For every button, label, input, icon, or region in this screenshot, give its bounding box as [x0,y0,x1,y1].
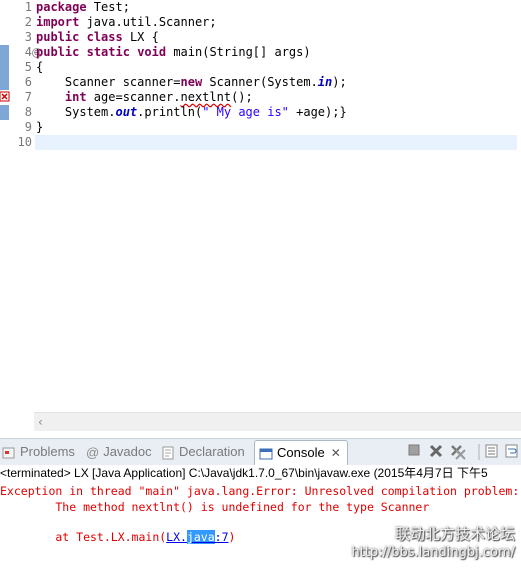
stack-trace-text: at Test.LX.main( [0,530,167,544]
code-text: (); [231,90,253,104]
line-number: 2 [24,15,32,29]
line-number: 3 [24,30,32,44]
keyword: new [180,75,203,89]
line-number: 5 [24,60,32,74]
console-output[interactable]: <terminated> LX [Java Application] C:\Ja… [0,465,521,575]
code-text: Test; [86,0,130,14]
problems-icon [2,447,15,459]
editor-ruler [0,0,10,412]
change-marker [0,45,9,90]
code-line[interactable]: } [36,120,517,135]
console-error-line: Exception in thread "main" java.lang.Err… [0,484,520,498]
code-text: } [36,120,44,134]
code-line[interactable]: Scanner scanner=new Scanner(System.in); [36,75,517,90]
keyword: package [36,0,87,14]
line-number: 9 [24,120,32,134]
code-text: java.util.Scanner; [79,15,217,29]
code-text: Scanner scanner= [36,75,181,89]
code-line-current[interactable] [35,135,517,150]
change-marker [0,105,9,120]
line-number: 10 [17,135,32,149]
keyword: int [36,90,87,104]
code-line-error[interactable]: int age=scanner.nextlnt(); [36,90,517,105]
keyword: class [86,30,123,44]
declaration-icon [162,446,174,460]
tab-javadoc[interactable]: @ Javadoc [86,442,152,462]
horizontal-scrollbar[interactable]: ‹ [34,412,521,431]
code-line[interactable]: import java.util.Scanner; [36,15,517,30]
line-number-with-fold: 4 ⊖ [10,45,42,60]
source-link-text[interactable]: :7 [215,530,229,544]
tab-label: Problems [20,444,75,459]
code-text: LX { [122,30,159,44]
line-number: 6 [24,75,32,89]
code-text: +age);} [288,105,347,119]
error-squiggle-text[interactable]: nextlnt [181,90,232,104]
scroll-lock-icon[interactable] [484,444,500,460]
tab-console[interactable]: Console ✕ [254,440,348,465]
code-text: age=scanner. [86,90,181,104]
code-line[interactable]: package Test; [36,0,517,15]
selected-text[interactable]: java [186,530,215,544]
console-view-tabbar: Problems @ Javadoc Declaration Console ✕ [0,438,521,466]
tab-label: Declaration [179,444,245,459]
tab-problems[interactable]: Problems [2,442,75,462]
line-number-gutter: 1 2 3 4 ⊖ 5 6 7 8 9 10 [10,0,42,150]
remove-launch-icon[interactable] [428,444,444,460]
code-text: main(String[] args) [166,45,311,59]
tab-label: Console [277,445,325,460]
code-text: ); [332,75,347,89]
static-field: in [317,75,333,89]
close-icon[interactable]: ✕ [331,446,341,460]
keyword: static [86,45,130,59]
console-error-line: The method nextlnt() is undefined for th… [0,500,430,514]
code-area[interactable]: package Test; import java.util.Scanner; … [35,0,517,150]
code-line[interactable]: { [36,60,517,75]
stack-trace-text: ) [228,530,236,544]
code-text: .println( [137,105,203,119]
tab-label: Javadoc [103,444,152,459]
stack-trace-line: at Test.LX.main(LX.java:7) [0,529,235,545]
line-number: 8 [24,105,32,119]
terminate-icon[interactable] [406,444,422,460]
remove-all-terminated-icon[interactable] [450,444,466,460]
string-literal: " My age is" [202,105,289,119]
line-number: 7 [24,90,32,104]
code-line[interactable]: public static void main(String[] args) [36,45,517,60]
word-wrap-icon[interactable] [504,444,520,460]
console-header: <terminated> LX [Java Application] C:\Ja… [0,466,488,480]
toolbar-separator [478,444,480,460]
source-link-text[interactable]: LX. [166,530,187,544]
watermark-cn: 联动北方技术论坛 [394,525,515,543]
code-text: System. [36,105,116,119]
code-line[interactable]: System.out.println(" My age is" +age);} [36,105,517,120]
source-link[interactable]: LX.java:7 [166,530,229,544]
code-line[interactable]: public class LX { [36,30,517,45]
error-marker-icon[interactable] [0,91,10,102]
at-sign-icon: @ [86,444,100,460]
keyword: public [36,30,80,44]
console-icon [259,448,273,460]
tab-declaration[interactable]: Declaration [162,442,245,462]
keyword: public [36,45,80,59]
static-field: out [115,105,138,119]
watermark-url: http://bbs.landingbj.com/ [351,545,515,560]
keyword: import [36,15,80,29]
code-editor[interactable]: 1 2 3 4 ⊖ 5 6 7 8 9 10 package Test; impo… [0,0,521,431]
code-text: { [36,60,44,74]
line-number: 4 [24,45,32,59]
code-text: Scanner(System. [202,75,318,89]
line-number: 1 [24,0,32,14]
keyword: void [137,45,167,59]
scroll-left-icon[interactable]: ‹ [38,415,43,429]
